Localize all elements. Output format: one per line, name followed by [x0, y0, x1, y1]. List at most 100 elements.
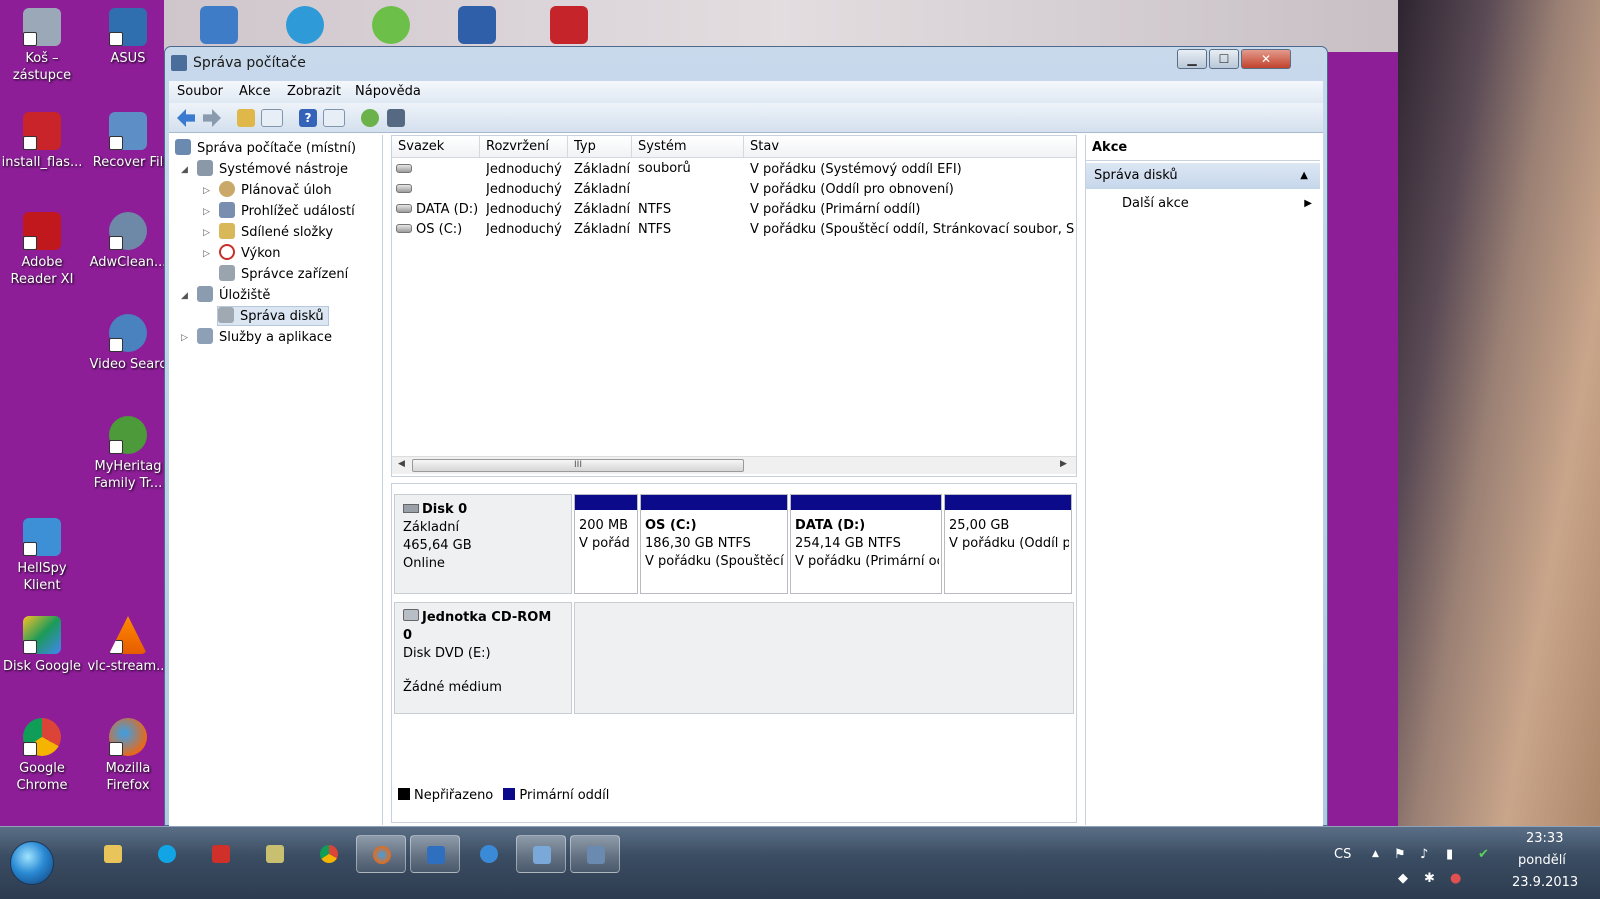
column-layout[interactable]: Rozvržení [480, 136, 568, 158]
tree-item-shared-folders[interactable]: Sdílené složky [219, 223, 333, 243]
taskbar-app-4[interactable] [250, 835, 300, 873]
expand-arrow-icon[interactable]: ▷ [203, 202, 213, 222]
desktop-icon-asus[interactable]: ASUS [86, 8, 170, 67]
show-hidden-icons-arrow-icon[interactable]: ▲ [1372, 849, 1379, 859]
expand-arrow-icon[interactable]: ▷ [203, 181, 213, 201]
collapse-arrow-icon[interactable]: ◢ [181, 160, 191, 180]
taskbar-computer-management[interactable] [570, 835, 620, 873]
desktop-icon-google-drive[interactable]: Disk Google [0, 616, 84, 675]
back-arrow-icon[interactable] [177, 109, 195, 127]
tree-item-performance[interactable]: Výkon [219, 244, 281, 264]
shortcut-icon-2[interactable] [286, 6, 324, 44]
table-row[interactable]: Jednoduchý Základní V pořádku (Oddíl pro… [392, 180, 1076, 200]
column-status[interactable]: Stav [744, 136, 1076, 158]
start-button[interactable] [10, 841, 54, 885]
video-search-icon [109, 314, 147, 352]
forward-arrow-icon[interactable] [203, 109, 221, 127]
more-actions-item[interactable]: Další akce ▶ [1122, 191, 1312, 217]
partition-os-c[interactable]: OS (C:) 186,30 GB NTFS V pořádku (Spoušt… [640, 494, 788, 594]
taskbar-chrome[interactable] [304, 835, 354, 873]
tree-item-root[interactable]: Správa počítače (místní) [175, 139, 356, 159]
taskbar-app-7[interactable] [410, 835, 460, 873]
taskbar-explorer[interactable] [88, 835, 138, 873]
network-signal-icon[interactable]: ▮ [1446, 847, 1453, 862]
expand-arrow-icon[interactable]: ▷ [181, 328, 191, 348]
tree-item-event-viewer[interactable]: Prohlížeč událostí [219, 202, 355, 222]
collapse-arrow-icon[interactable]: ◢ [181, 286, 191, 306]
scroll-thumb[interactable]: III [412, 459, 744, 472]
desktop-icon-video-search[interactable]: Video Searc [86, 314, 170, 373]
partition-data-d[interactable]: DATA (D:) 254,14 GB NTFS V pořádku (Prim… [790, 494, 942, 594]
help-icon[interactable]: ? [299, 109, 317, 127]
table-row[interactable]: DATA (D:) Jednoduchý Základní NTFS V poř… [392, 200, 1076, 220]
clock-date[interactable]: 23.9.2013 [1512, 875, 1578, 890]
minimize-button[interactable]: ▁ [1177, 49, 1207, 69]
up-folder-icon[interactable] [237, 109, 255, 127]
title-bar[interactable]: Správa počítače ▁ ☐ ✕ [165, 47, 1327, 77]
shortcut-icon-3[interactable] [372, 6, 410, 44]
security-check-icon[interactable]: ✔ [1478, 847, 1489, 862]
desktop-icon-recover-files[interactable]: Recover Fil [86, 112, 170, 171]
tree-item-device-manager[interactable]: Správce zařízení [219, 265, 348, 285]
desktop-icon-firefox[interactable]: Mozilla Firefox [86, 718, 170, 794]
desktop-icon-chrome[interactable]: Google Chrome [0, 718, 84, 794]
menu-view[interactable]: Zobrazit [287, 84, 341, 99]
desktop-icon-install-flash[interactable]: install_flas... [0, 112, 84, 171]
properties-icon[interactable] [387, 109, 405, 127]
refresh-icon[interactable] [361, 109, 379, 127]
action-center-flag-icon[interactable]: ⚑ [1394, 847, 1406, 862]
tree-item-disk-management[interactable]: Správa disků [217, 306, 329, 326]
taskbar-app-3[interactable] [196, 835, 246, 873]
column-volume[interactable]: Svazek [392, 136, 480, 158]
desktop-icon-adobe-reader[interactable]: Adobe Reader XI [0, 212, 84, 288]
expand-arrow-icon[interactable]: ▷ [203, 223, 213, 243]
tree-item-task-scheduler[interactable]: Plánovač úloh [219, 181, 332, 201]
collapse-up-arrow-icon[interactable]: ▲ [1300, 163, 1308, 189]
taskbar-app-9[interactable] [516, 835, 566, 873]
tree-item-storage[interactable]: Úložiště [197, 286, 270, 306]
column-type[interactable]: Typ [568, 136, 632, 158]
partition-efi[interactable]: 200 MB V pořád [574, 494, 638, 594]
desktop-icon-hellspy[interactable]: HellSpy Klient [0, 518, 84, 594]
shortcut-icon-4[interactable] [458, 6, 496, 44]
bluetooth-icon[interactable]: ✱ [1424, 871, 1435, 886]
language-indicator[interactable]: CS [1334, 847, 1351, 862]
desktop-icon-recycle-bin[interactable]: Koš – zástupce [0, 8, 84, 84]
column-filesystem[interactable]: Systém souborů [632, 136, 744, 176]
scroll-left-arrow-icon[interactable]: ◀ [398, 459, 405, 469]
desktop-icon-vlc[interactable]: vlc-stream... [86, 616, 170, 675]
cdrom-volume-area[interactable] [574, 602, 1074, 714]
shortcut-icon-1[interactable] [200, 6, 238, 44]
taskbar-skype[interactable] [142, 835, 192, 873]
disk-0-info[interactable]: Disk 0 Základní 465,64 GB Online [394, 494, 572, 594]
tray-app-icon[interactable]: ◆ [1398, 871, 1408, 886]
cdrom-info[interactable]: Jednotka CD-ROM 0 Disk DVD (E:) Žádné mé… [394, 602, 572, 714]
shortcut-icon-5[interactable] [550, 6, 588, 44]
tray-alert-icon[interactable]: ● [1450, 871, 1461, 886]
menu-file[interactable]: Soubor [177, 84, 223, 99]
taskbar-ie[interactable] [464, 835, 514, 873]
volume-icon[interactable]: ♪ [1420, 847, 1428, 862]
table-row[interactable]: Jednoduchý Základní V pořádku (Systémový… [392, 160, 1076, 180]
tree-item-system-tools[interactable]: Systémové nástroje [197, 160, 348, 180]
maximize-button[interactable]: ☐ [1209, 49, 1239, 69]
wallpaper-photo-top [164, 0, 1400, 52]
close-button[interactable]: ✕ [1241, 49, 1291, 69]
scroll-right-arrow-icon[interactable]: ▶ [1060, 459, 1067, 469]
horizontal-scrollbar[interactable]: ◀ III ▶ [392, 456, 1076, 474]
show-hide-tree-icon[interactable] [261, 109, 283, 127]
tree-item-services[interactable]: Služby a aplikace [197, 328, 332, 348]
menu-action[interactable]: Akce [239, 84, 271, 99]
clock-day[interactable]: pondělí [1518, 853, 1566, 868]
menu-help[interactable]: Nápověda [355, 84, 421, 99]
clock-time[interactable]: 23:33 [1526, 831, 1563, 846]
desktop-icon-myheritage[interactable]: MyHeritag Family Tr... [86, 416, 170, 492]
show-hide-action-pane-icon[interactable] [323, 109, 345, 127]
disk-icon [403, 504, 419, 513]
desktop-icon-adwcleaner[interactable]: AdwClean... [86, 212, 170, 271]
actions-section-disk-management[interactable]: Správa disků ▲ [1086, 163, 1320, 189]
table-row[interactable]: OS (C:) Jednoduchý Základní NTFS V pořád… [392, 220, 1076, 240]
expand-arrow-icon[interactable]: ▷ [203, 244, 213, 264]
partition-recovery[interactable]: 25,00 GB V pořádku (Oddíl p [944, 494, 1072, 594]
taskbar-firefox[interactable] [356, 835, 406, 873]
